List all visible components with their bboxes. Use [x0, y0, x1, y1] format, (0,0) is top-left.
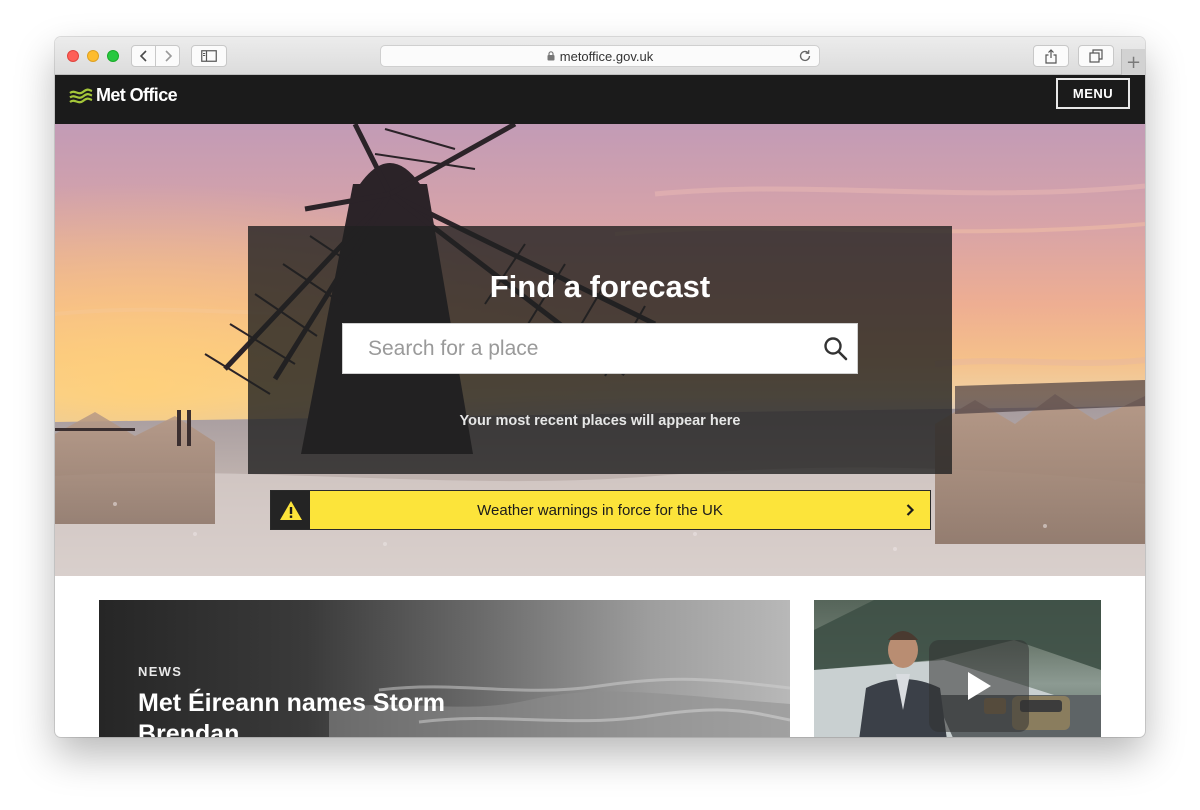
- maximize-window-button[interactable]: [107, 50, 119, 62]
- video-card[interactable]: [814, 600, 1101, 737]
- share-button[interactable]: [1033, 45, 1069, 67]
- news-card[interactable]: NEWS Met Éireann names Storm Brendan: [99, 600, 790, 737]
- reload-icon[interactable]: [798, 49, 812, 63]
- sidebar-icon: [201, 50, 217, 62]
- logo-text: Met Office: [96, 85, 178, 105]
- play-icon: [968, 672, 991, 700]
- back-button[interactable]: [131, 45, 156, 67]
- logo-waves-icon: [69, 88, 93, 103]
- place-search-input[interactable]: [343, 324, 813, 373]
- recent-places-message: Your most recent places will appear here: [459, 413, 741, 429]
- back-icon: [139, 50, 147, 62]
- met-office-logo[interactable]: Met Office: [69, 85, 178, 106]
- weather-warnings-banner[interactable]: Weather warnings in force for the UK: [270, 490, 931, 530]
- share-icon: [1045, 48, 1057, 64]
- search-icon[interactable]: [823, 336, 849, 362]
- weather-warnings-text: Weather warnings in force for the UK: [477, 501, 723, 519]
- forward-button[interactable]: [155, 45, 180, 67]
- lock-icon: [547, 51, 555, 61]
- site-header: Met Office MENU: [55, 75, 1145, 124]
- close-window-button[interactable]: [67, 50, 79, 62]
- find-forecast-panel: Find a forecast Your most recent places …: [248, 226, 952, 474]
- warning-triangle-icon: [279, 500, 302, 520]
- news-category-label: NEWS: [138, 664, 183, 679]
- plus-icon: +: [1125, 51, 1142, 73]
- tabs-icon: [1089, 49, 1103, 63]
- address-bar[interactable]: metoffice.gov.uk: [380, 45, 820, 67]
- play-video-button[interactable]: [929, 640, 1029, 732]
- browser-window: metoffice.gov.uk + Met Office MENU Find …: [55, 37, 1145, 737]
- show-tabs-button[interactable]: [1078, 45, 1114, 67]
- hero-banner: Find a forecast Your most recent places …: [55, 124, 1145, 576]
- chevron-right-icon: [890, 503, 930, 517]
- sidebar-toggle-button[interactable]: [191, 45, 227, 67]
- warning-icon-container: [271, 491, 310, 529]
- minimize-window-button[interactable]: [87, 50, 99, 62]
- forward-icon: [164, 50, 172, 62]
- new-tab-button[interactable]: +: [1121, 49, 1145, 75]
- place-search-box: [342, 323, 858, 374]
- address-url: metoffice.gov.uk: [559, 48, 654, 64]
- news-headline[interactable]: Met Éireann names Storm Brendan: [138, 688, 458, 737]
- browser-toolbar: metoffice.gov.uk +: [55, 37, 1145, 75]
- find-forecast-title: Find a forecast: [489, 269, 711, 304]
- menu-button[interactable]: MENU: [1056, 78, 1130, 109]
